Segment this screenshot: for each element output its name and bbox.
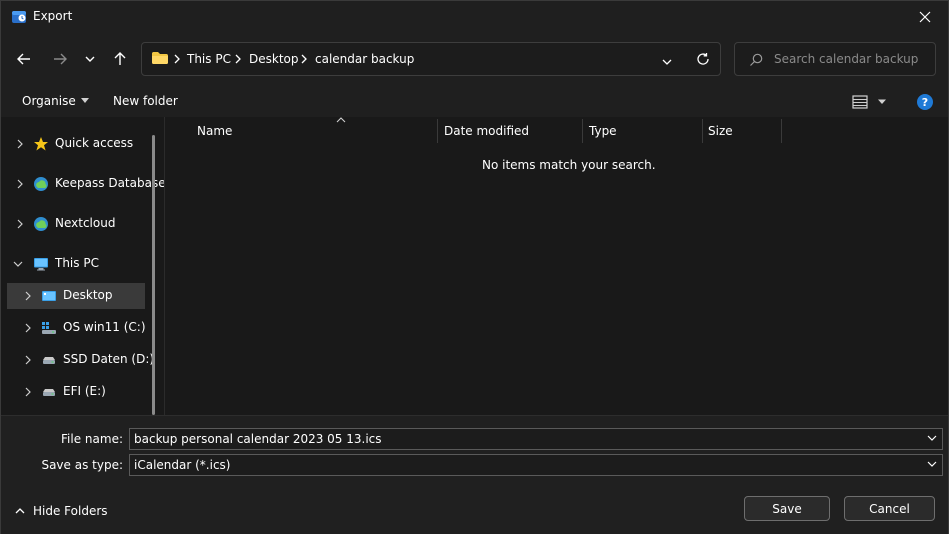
search-box[interactable] — [734, 42, 936, 76]
chevron-down-icon[interactable] — [927, 435, 937, 441]
tree-item-keepass-database[interactable]: Keepass Database — [1, 171, 164, 197]
column-header-date-modified[interactable]: Date modified — [438, 117, 582, 145]
save-button[interactable]: Save — [744, 496, 830, 521]
hide-folders-label: Hide Folders — [33, 504, 108, 518]
arrow-right-icon — [54, 53, 67, 65]
save-as-type-select[interactable]: iCalendar (*.ics) — [129, 454, 943, 476]
column-divider[interactable] — [781, 119, 782, 143]
chevron-right-icon — [25, 355, 31, 365]
navigation-scrollbar[interactable] — [152, 135, 155, 415]
close-button[interactable] — [902, 1, 948, 32]
search-input[interactable] — [774, 50, 924, 68]
chevron-right-icon — [25, 291, 31, 301]
refresh-icon — [697, 53, 709, 65]
cloud-sync-icon — [34, 177, 48, 191]
chevron-down-icon — [662, 59, 672, 65]
cloud-sync-icon — [34, 217, 48, 231]
close-icon — [919, 11, 931, 22]
refresh-button[interactable] — [696, 52, 710, 69]
organise-label: Organise — [22, 94, 76, 108]
tree-item-os-win11[interactable]: OS win11 (C:) — [1, 315, 151, 341]
monitor-icon — [34, 258, 48, 271]
tree-item-this-pc[interactable]: This PC — [1, 251, 151, 277]
tree-item-label: Desktop — [63, 288, 113, 302]
address-history-button[interactable] — [662, 54, 672, 68]
navigation-bar: This PC Desktop calendar backup — [1, 32, 948, 87]
navigation-pane: Quick access Keepass Database Nextcloud … — [1, 117, 164, 415]
help-button[interactable]: ? — [917, 94, 933, 110]
column-header-label: Date modified — [444, 124, 530, 138]
save-panel: File name: Save as type: iCalendar (*.ic… — [1, 415, 948, 534]
forward-button[interactable] — [47, 47, 73, 71]
drive-icon — [43, 389, 55, 396]
tree-item-ssd-daten[interactable]: SSD Daten (D:) — [1, 347, 155, 373]
new-folder-button[interactable]: New folder — [113, 94, 178, 108]
tree-item-label: Keepass Database — [55, 176, 164, 190]
column-header-name[interactable]: Name — [191, 117, 439, 145]
chevron-down-icon — [13, 261, 23, 267]
window-title: Export — [33, 9, 73, 23]
chevron-up-icon — [15, 508, 25, 514]
column-header-label: Size — [708, 124, 733, 138]
tree-item-label: This PC — [55, 256, 99, 270]
arrow-left-icon — [17, 53, 30, 65]
breadcrumb-separator-icon — [301, 54, 307, 64]
recent-locations-button[interactable] — [77, 47, 103, 71]
view-options-button[interactable] — [851, 94, 887, 110]
caret-down-icon — [878, 99, 886, 104]
sort-ascending-icon — [336, 117, 346, 123]
breadcrumb-this-pc[interactable]: This PC — [187, 52, 231, 66]
save-as-type-label: Save as type: — [41, 458, 123, 472]
star-icon — [34, 137, 48, 151]
tree-item-efi[interactable]: EFI (E:) — [1, 379, 151, 405]
chevron-right-icon — [17, 219, 23, 229]
breadcrumb-desktop[interactable]: Desktop — [249, 52, 299, 66]
caret-down-icon — [80, 98, 89, 103]
desktop-icon — [42, 291, 56, 301]
file-name-combo[interactable] — [129, 428, 943, 450]
tree-item-quick-access[interactable]: Quick access — [1, 131, 151, 157]
column-header-label: Type — [589, 124, 617, 138]
cancel-button[interactable]: Cancel — [844, 496, 935, 521]
chevron-right-icon — [25, 387, 31, 397]
command-bar: Organise New folder ? — [1, 87, 948, 117]
column-header-size[interactable]: Size — [702, 117, 781, 145]
export-dialog: Export This PC Desktop calendar backup S… — [0, 0, 949, 534]
back-button[interactable] — [11, 47, 37, 71]
breadcrumb-separator-icon — [235, 54, 241, 64]
windows-drive-icon — [42, 322, 56, 334]
arrow-up-icon — [114, 52, 126, 65]
hide-folders-button[interactable]: Hide Folders — [15, 504, 108, 518]
chevron-right-icon — [17, 139, 23, 149]
folder-icon — [151, 51, 169, 68]
chevron-down-icon — [85, 56, 95, 62]
column-header-type[interactable]: Type — [583, 117, 702, 145]
save-as-type-value: iCalendar (*.ics) — [134, 458, 231, 472]
app-icon — [11, 8, 27, 24]
breadcrumb-separator-icon — [174, 54, 180, 64]
drive-icon — [43, 357, 55, 364]
up-button[interactable] — [107, 47, 133, 71]
tree-item-desktop[interactable]: Desktop — [7, 283, 145, 309]
address-bar[interactable]: This PC Desktop calendar backup — [141, 42, 721, 76]
chevron-down-icon — [927, 461, 937, 467]
search-icon — [749, 53, 763, 70]
tree-item-label: SSD Daten (D:) — [63, 352, 155, 366]
breadcrumb-calendar-backup[interactable]: calendar backup — [315, 52, 414, 66]
title-bar: Export — [1, 1, 948, 32]
column-header-label: Name — [197, 124, 233, 138]
file-name-input[interactable] — [134, 431, 914, 447]
tree-item-label: Quick access — [55, 136, 134, 150]
chevron-right-icon — [25, 323, 31, 333]
tree-item-nextcloud[interactable]: Nextcloud — [1, 211, 151, 237]
file-list: Name Date modified Type Size No items ma… — [164, 117, 948, 415]
tree-item-label: OS win11 (C:) — [63, 320, 146, 334]
tree-item-label: Nextcloud — [55, 216, 116, 230]
empty-message: No items match your search. — [482, 158, 656, 172]
chevron-right-icon — [17, 179, 23, 189]
file-name-label: File name: — [61, 432, 123, 446]
tree-item-label: EFI (E:) — [63, 384, 106, 398]
organise-menu[interactable]: Organise — [22, 94, 89, 108]
details-view-icon — [852, 95, 868, 109]
